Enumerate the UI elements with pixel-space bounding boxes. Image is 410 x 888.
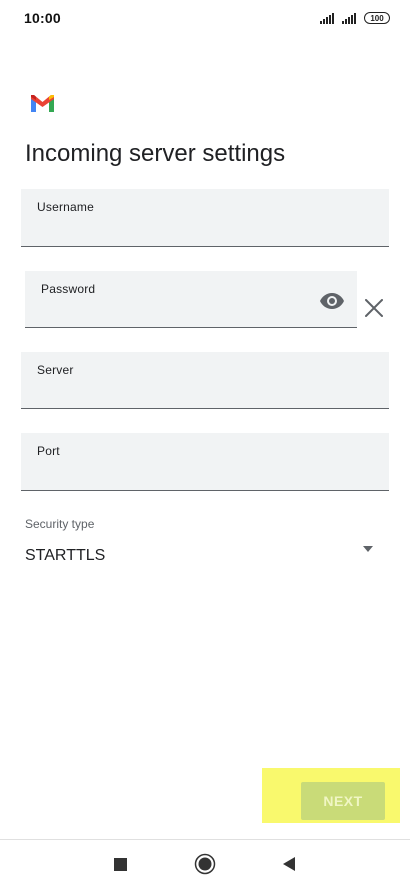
dropdown-arrow-icon [363, 546, 373, 552]
recents-icon[interactable] [108, 852, 132, 876]
next-button[interactable]: NEXT [301, 782, 385, 820]
username-label: Username [37, 200, 94, 214]
server-input[interactable] [37, 378, 373, 400]
password-field[interactable]: Password [25, 271, 357, 328]
signal-icon [320, 12, 334, 24]
close-icon[interactable] [362, 296, 386, 320]
battery-icon: 100 [364, 12, 390, 24]
back-icon[interactable] [277, 852, 301, 876]
port-label: Port [37, 444, 60, 458]
status-bar: 10:00 100 [0, 0, 410, 36]
port-field[interactable]: Port [21, 433, 389, 491]
security-type-value: STARTTLS [25, 547, 106, 564]
port-input[interactable] [37, 460, 373, 482]
signal-icon [342, 12, 356, 24]
gmail-logo [31, 95, 54, 112]
server-field[interactable]: Server [21, 352, 389, 409]
status-time: 10:00 [24, 10, 61, 26]
security-type-dropdown[interactable]: STARTTLS [21, 538, 389, 572]
security-type-label: Security type [25, 517, 95, 531]
home-icon[interactable] [192, 851, 218, 877]
username-input[interactable] [37, 216, 373, 238]
page-title: Incoming server settings [25, 140, 286, 167]
password-input[interactable] [41, 297, 305, 319]
eye-icon[interactable] [319, 288, 345, 314]
password-label: Password [41, 282, 96, 296]
navigation-bar [0, 839, 410, 888]
server-label: Server [37, 363, 74, 377]
username-field[interactable]: Username [21, 189, 389, 247]
status-icons: 100 [320, 12, 390, 24]
